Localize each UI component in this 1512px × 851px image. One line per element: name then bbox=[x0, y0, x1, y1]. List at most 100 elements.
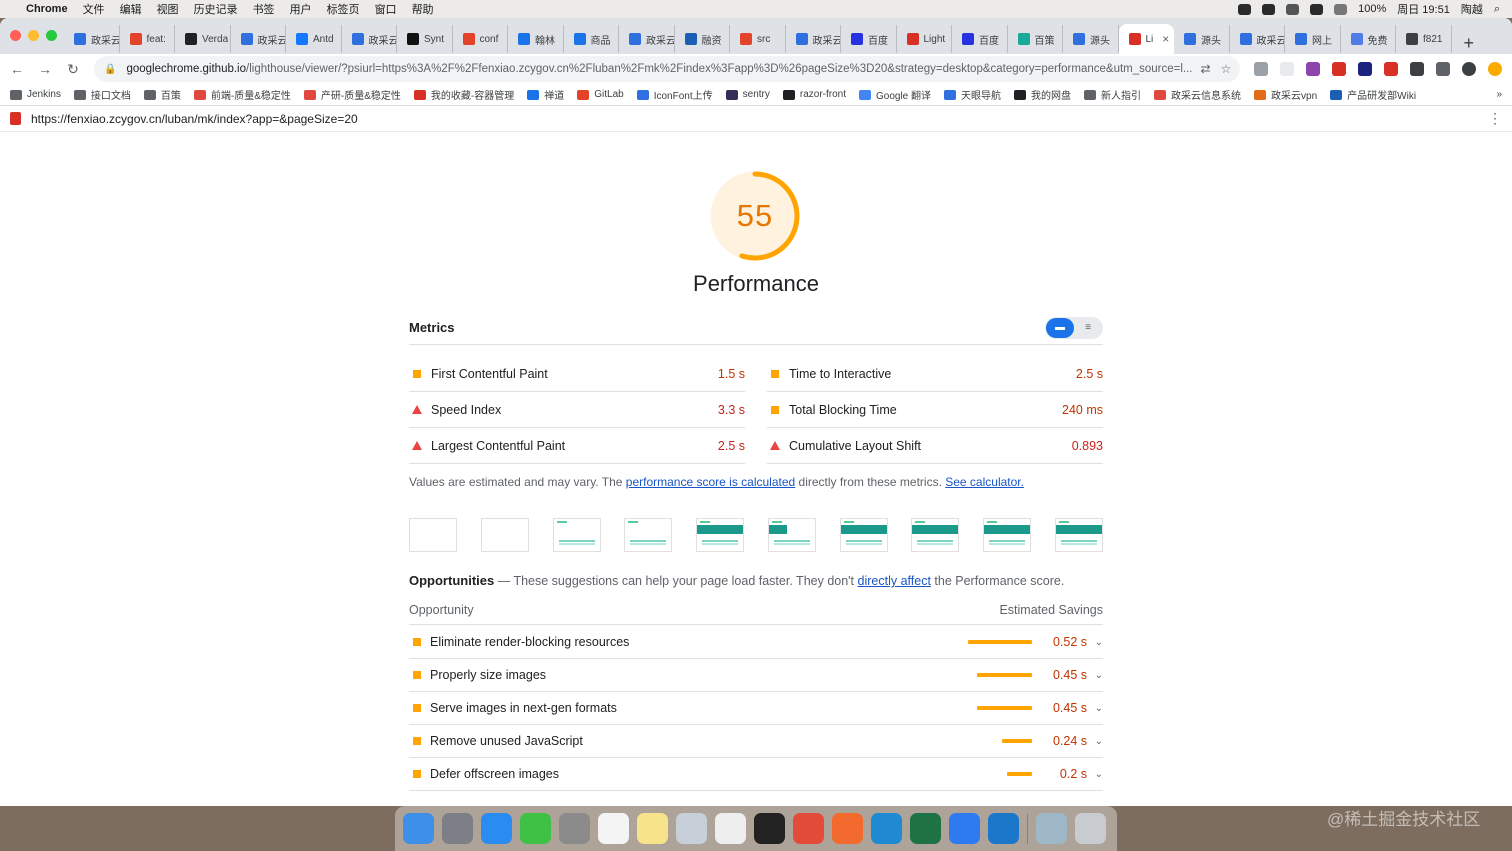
tested-url[interactable]: https://fenxiao.zcygov.cn/luban/mk/index… bbox=[31, 112, 358, 126]
dock-terminal-icon[interactable] bbox=[754, 813, 785, 844]
new-tab-button[interactable]: + bbox=[1464, 33, 1475, 54]
reload-icon[interactable]: ↻ bbox=[66, 61, 80, 78]
tab[interactable]: Antd bbox=[286, 25, 342, 53]
tab[interactable]: 免费 bbox=[1341, 25, 1396, 53]
tab[interactable]: 政采云 bbox=[619, 25, 675, 53]
dock-brave-icon[interactable] bbox=[832, 813, 863, 844]
tab[interactable]: 政采云 bbox=[1230, 25, 1285, 53]
bookmark-item[interactable]: Google 翻译 bbox=[859, 87, 931, 102]
opportunity-row[interactable]: Properly size images 0.45 s ⌄ bbox=[409, 659, 1103, 692]
dock-system-preferences-icon[interactable] bbox=[559, 813, 590, 844]
extension-icon[interactable] bbox=[1358, 62, 1372, 76]
opportunity-row[interactable]: Eliminate render-blocking resources 0.52 … bbox=[409, 626, 1103, 659]
tab[interactable]: conf bbox=[453, 25, 508, 53]
bookmark-item[interactable]: 政采云vpn bbox=[1254, 87, 1317, 102]
bookmark-item[interactable]: 我的收藏-容器管理 bbox=[413, 87, 514, 102]
tab[interactable]: Verda bbox=[175, 25, 231, 53]
dock-notes-icon[interactable] bbox=[637, 813, 668, 844]
address-bar[interactable]: 🔒 googlechrome.github.io /lighthouse/vie… bbox=[94, 56, 1240, 82]
bookmark-item[interactable]: Jenkins bbox=[10, 89, 61, 100]
profile-avatar[interactable] bbox=[1462, 62, 1476, 76]
zoom-window-button[interactable] bbox=[46, 30, 57, 41]
dock-edge-icon[interactable] bbox=[988, 813, 1019, 844]
dock-calendar-icon[interactable] bbox=[598, 813, 629, 844]
lighthouse-icon[interactable] bbox=[1384, 62, 1398, 76]
bookmark-item[interactable]: razor-front bbox=[782, 89, 846, 100]
bookmark-star-icon[interactable]: ☆ bbox=[1221, 62, 1232, 76]
update-icon[interactable] bbox=[1488, 62, 1502, 76]
tab[interactable]: 翰林 bbox=[508, 25, 564, 53]
expanded-view-icon[interactable]: ≡ bbox=[1074, 318, 1102, 338]
chevron-down-icon[interactable]: ⌄ bbox=[1087, 703, 1103, 714]
chevron-down-icon[interactable]: ⌄ bbox=[1087, 736, 1103, 747]
input-method-icon[interactable] bbox=[1310, 3, 1324, 15]
menu-item[interactable]: 帮助 bbox=[412, 1, 434, 17]
menu-item[interactable]: 编辑 bbox=[120, 1, 142, 17]
opportunity-row[interactable]: Serve images in next-gen formats 0.45 s ⌄ bbox=[409, 692, 1103, 725]
back-icon[interactable]: ← bbox=[10, 61, 24, 77]
chevron-down-icon[interactable]: ⌄ bbox=[1087, 769, 1103, 780]
extension-icon[interactable] bbox=[1306, 62, 1320, 76]
search-icon[interactable]: ⌕ bbox=[1494, 3, 1500, 16]
opportunity-row[interactable]: Defer offscreen images 0.2 s ⌄ bbox=[409, 758, 1103, 791]
tab[interactable]: 源头 bbox=[1063, 25, 1119, 53]
wifi-icon[interactable] bbox=[1334, 3, 1348, 15]
menu-item[interactable]: 窗口 bbox=[375, 1, 397, 17]
bookmark-item[interactable]: 我的网盘 bbox=[1014, 87, 1071, 102]
bookmark-item[interactable]: GitLab bbox=[577, 89, 624, 100]
minimize-window-button[interactable] bbox=[28, 30, 39, 41]
dock-preview-icon[interactable] bbox=[676, 813, 707, 844]
tab[interactable]: 百度 bbox=[952, 25, 1008, 53]
user-name[interactable]: 陶越 bbox=[1461, 1, 1483, 17]
display-icon[interactable] bbox=[1286, 3, 1300, 15]
dock-wechat-icon[interactable] bbox=[520, 813, 551, 844]
tab[interactable]: src bbox=[730, 25, 786, 53]
tab[interactable]: 融资 bbox=[675, 25, 730, 53]
close-window-button[interactable] bbox=[10, 30, 21, 41]
more-bookmarks-icon[interactable]: » bbox=[1496, 89, 1502, 100]
metrics-view-toggle[interactable]: ▬ ≡ bbox=[1045, 316, 1103, 339]
menu-item[interactable]: 视图 bbox=[157, 1, 179, 17]
tab[interactable]: Light bbox=[897, 25, 952, 53]
bookmark-item[interactable]: 前端-质量&稳定性 bbox=[193, 87, 291, 102]
tab[interactable]: 政采云 bbox=[64, 25, 120, 53]
tab[interactable]: 百度 bbox=[841, 25, 897, 53]
tab[interactable]: f821 bbox=[1396, 25, 1452, 53]
opportunity-row[interactable]: Remove unused JavaScript 0.24 s ⌄ bbox=[409, 725, 1103, 758]
extension-icon[interactable] bbox=[1332, 62, 1346, 76]
chevron-down-icon[interactable]: ⌄ bbox=[1087, 670, 1103, 681]
tab[interactable]: Synt bbox=[397, 25, 453, 53]
bookmark-item[interactable]: sentry bbox=[725, 89, 770, 100]
directly-affect-link[interactable]: directly affect bbox=[858, 574, 931, 588]
dock-vscode-icon[interactable] bbox=[871, 813, 902, 844]
see-calculator-link[interactable]: See calculator. bbox=[945, 475, 1024, 489]
dock-safari-icon[interactable] bbox=[481, 813, 512, 844]
dock-trash-icon[interactable] bbox=[1075, 813, 1106, 844]
dock-chrome-icon[interactable] bbox=[793, 813, 824, 844]
dock-launchpad-icon[interactable] bbox=[442, 813, 473, 844]
menu-item[interactable]: 历史记录 bbox=[194, 1, 238, 17]
close-tab-icon[interactable]: × bbox=[1162, 32, 1169, 46]
puzzle-icon[interactable] bbox=[1410, 62, 1424, 76]
bookmark-item[interactable]: IconFont上传 bbox=[636, 87, 713, 102]
tab[interactable]: 百策 bbox=[1008, 25, 1063, 53]
menu-item[interactable]: 用户 bbox=[290, 1, 312, 17]
tab[interactable]: 政采云 bbox=[342, 25, 397, 53]
tab[interactable]: 商品 bbox=[564, 25, 619, 53]
tab[interactable]: 网上 bbox=[1285, 25, 1341, 53]
bookmark-item[interactable]: 禅道 bbox=[527, 87, 564, 102]
tab[interactable]: 政采云 bbox=[231, 25, 286, 53]
dock-finder-icon[interactable] bbox=[403, 813, 434, 844]
dock-downloads-icon[interactable] bbox=[1036, 813, 1067, 844]
menu-app-name[interactable]: Chrome bbox=[26, 3, 68, 15]
bookmark-item[interactable]: 百策 bbox=[143, 87, 181, 102]
score-calculated-link[interactable]: performance score is calculated bbox=[626, 475, 795, 489]
reading-list-icon[interactable] bbox=[1436, 62, 1450, 76]
chevron-down-icon[interactable]: ⌄ bbox=[1087, 637, 1103, 648]
bookmark-item[interactable]: 政采云信息系统 bbox=[1154, 87, 1241, 102]
menu-item[interactable]: 文件 bbox=[83, 1, 105, 17]
dock-feishu-icon[interactable] bbox=[949, 813, 980, 844]
forward-icon[interactable]: → bbox=[38, 61, 52, 77]
extension-icon[interactable] bbox=[1280, 62, 1294, 76]
translate-icon[interactable]: ⇄ bbox=[1201, 62, 1211, 76]
